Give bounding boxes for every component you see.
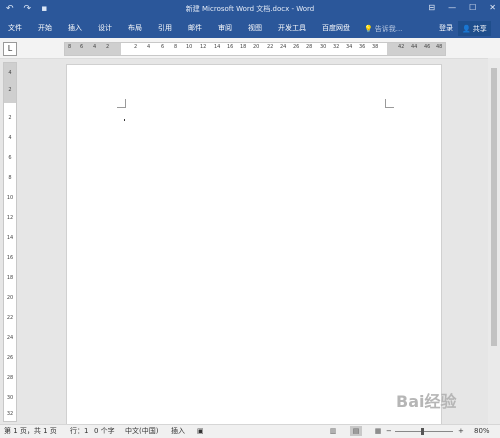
ribbon-tabs-bar: 文件 开始 插入 设计 布局 引用 邮件 审阅 视图 开发工具 百度网盘 💡 告… [0,19,500,38]
text-cursor [124,119,125,121]
share-button[interactable]: 👤 共享 [458,21,491,36]
ruler-tick: 4 [147,44,151,50]
tab-layout[interactable]: 布局 [120,19,150,38]
vertical-scrollbar[interactable] [488,58,500,424]
tab-view[interactable]: 视图 [240,19,270,38]
ruler-tick: 42 [398,44,405,50]
web-layout-icon[interactable]: ▦ [372,426,384,436]
person-icon: 👤 [462,24,471,33]
tab-references[interactable]: 引用 [150,19,180,38]
window-controls: ⊟ — ☐ ✕ [428,3,496,12]
ruler-tick: 2 [8,115,12,121]
tell-me-box[interactable]: 💡 告诉我... [358,24,402,34]
ruler-tick: 14 [214,44,221,50]
ruler-tick: 16 [6,255,14,261]
ruler-tick: 32 [6,411,14,417]
tab-baidu-netdisk[interactable]: 百度网盘 [314,19,358,38]
ribbon-tabs: 文件 开始 插入 设计 布局 引用 邮件 审阅 视图 开发工具 百度网盘 💡 告… [0,19,402,38]
tab-stop-selector[interactable]: L [3,42,17,56]
ruler-tick: 38 [372,44,379,50]
close-icon[interactable]: ✕ [489,3,496,12]
ruler-tick: 8 [8,175,12,181]
ruler-tick: 30 [6,395,14,401]
zoom-in-button[interactable]: + [458,426,464,437]
ruler-tick: 24 [6,335,14,341]
ruler-tick: 10 [186,44,193,50]
ruler-top-margin [4,63,16,103]
ruler-tick: 8 [68,44,72,50]
ruler-tick: 32 [333,44,340,50]
ruler-tick: 20 [253,44,260,50]
ruler-tick: 26 [6,355,14,361]
window-title: 新建 Microsoft Word 文档.docx - Word [185,5,315,13]
share-label: 共享 [472,24,487,33]
minimize-icon[interactable]: — [448,3,456,12]
ruler-tick: 6 [8,155,12,161]
ruler-tick: 30 [320,44,327,50]
page-count[interactable]: 第 1 页，共 1 页 [4,426,57,437]
ruler-tick: 12 [6,215,14,221]
status-bar: 第 1 页，共 1 页 行：1 0 个字 中文(中国) 插入 ▣ ▥ ▤ ▦ −… [0,424,500,438]
tab-design[interactable]: 设计 [90,19,120,38]
tab-home[interactable]: 开始 [30,19,60,38]
horizontal-ruler[interactable]: 8 6 4 2 2 4 6 8 10 12 14 16 18 20 22 24 … [64,42,446,56]
margin-corner-mark [117,99,126,108]
tab-insert[interactable]: 插入 [60,19,90,38]
print-layout-icon[interactable]: ▤ [350,426,362,436]
ruler-tick: 16 [227,44,234,50]
ruler-tick: 26 [293,44,300,50]
ruler-tick: 28 [6,375,14,381]
document-page[interactable] [66,64,442,428]
ruler-tick: 6 [80,44,84,50]
insert-mode[interactable]: 插入 [171,426,185,437]
tab-mailings[interactable]: 邮件 [180,19,210,38]
login-button[interactable]: 登录 [439,19,453,38]
zoom-slider-track[interactable] [395,431,453,432]
ruler-tick: 2 [134,44,138,50]
ruler-tick: 18 [6,275,14,281]
watermark: Bai经验 [396,392,457,411]
lightbulb-icon: 💡 [364,24,373,33]
ruler-tick: 4 [8,135,12,141]
zoom-level[interactable]: 80% [474,426,490,437]
scrollbar-thumb[interactable] [491,68,497,346]
vertical-ruler[interactable]: 4 2 2 4 6 8 10 12 14 16 18 20 22 24 26 2… [3,62,17,422]
ruler-tick: 8 [174,44,178,50]
zoom-out-button[interactable]: − [386,426,392,437]
language-indicator[interactable]: 中文(中国) [125,426,158,437]
ribbon-display-icon[interactable]: ⊟ [428,3,435,12]
ruler-tick: 20 [6,295,14,301]
ruler-tick: 12 [200,44,207,50]
ruler-tick: 24 [280,44,287,50]
macro-record-icon[interactable]: ▣ [197,426,204,437]
ruler-tick: 4 [93,44,97,50]
margin-corner-mark [385,99,394,108]
ruler-tick: 6 [161,44,165,50]
ruler-tick: 48 [436,44,443,50]
tab-developer[interactable]: 开发工具 [270,19,314,38]
word-count[interactable]: 0 个字 [94,426,115,437]
ruler-tick: 44 [411,44,418,50]
ruler-tick: 4 [8,70,12,76]
ruler-bar: L 8 6 4 2 2 4 6 8 10 12 14 16 18 20 22 2… [0,38,500,59]
maximize-icon[interactable]: ☐ [469,3,476,12]
ruler-tick: 22 [267,44,274,50]
ruler-tick: 2 [8,87,12,93]
ruler-tick: 22 [6,315,14,321]
title-bar: ↶ ↷ ▪ 新建 Microsoft Word 文档.docx - Word ⊟… [0,0,500,19]
line-indicator[interactable]: 行：1 [70,426,88,437]
ruler-tick: 18 [240,44,247,50]
tell-me-placeholder: 告诉我... [374,24,403,33]
ruler-tick: 36 [359,44,366,50]
tab-review[interactable]: 审阅 [210,19,240,38]
ruler-tick: 28 [306,44,313,50]
ruler-tick: 10 [6,195,14,201]
ruler-tick: 14 [6,235,14,241]
zoom-slider-thumb[interactable] [421,428,424,435]
ruler-tick: 46 [424,44,431,50]
tab-file[interactable]: 文件 [0,19,30,38]
read-mode-icon[interactable]: ▥ [327,426,339,436]
ruler-tick: 2 [106,44,110,50]
ruler-tick: 34 [346,44,353,50]
